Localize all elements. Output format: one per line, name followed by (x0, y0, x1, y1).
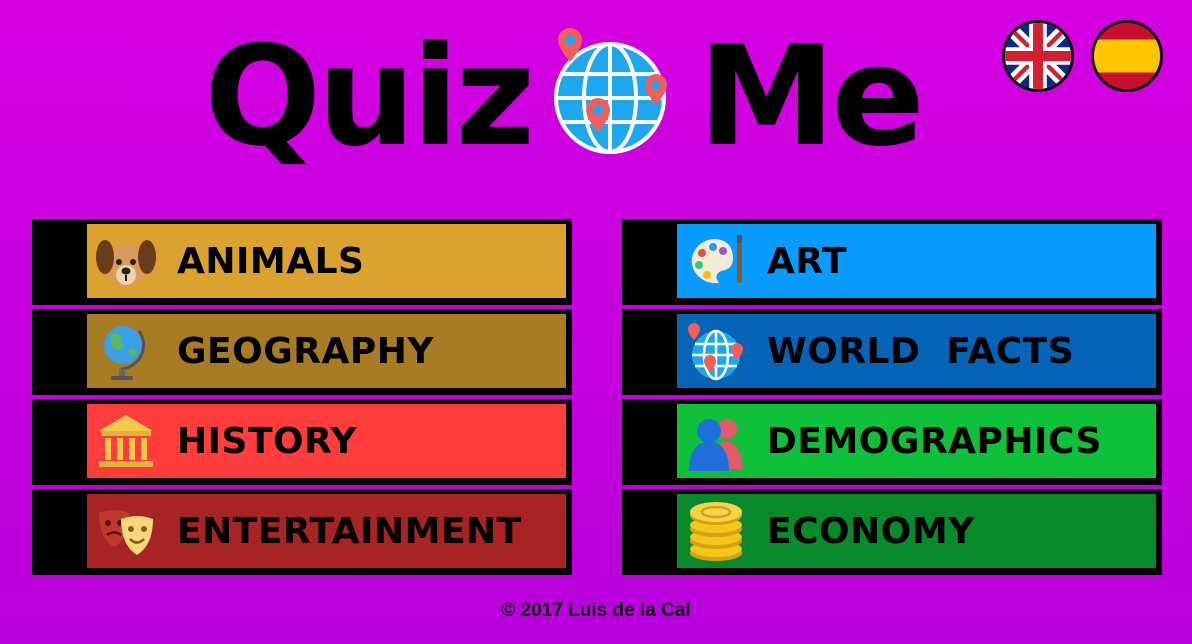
category-face: WORLD FACTS (677, 314, 1156, 388)
category-face: GEOGRAPHY (87, 314, 566, 388)
category-label: ANIMALS (177, 241, 365, 282)
people-icon (685, 411, 747, 473)
globe-pins-icon (685, 321, 747, 383)
category-label: ECONOMY (767, 511, 975, 552)
coins-icon (685, 501, 747, 563)
category-face: DEMOGRAPHICS (677, 404, 1156, 478)
dog-icon (95, 231, 157, 293)
museum-icon (95, 411, 157, 473)
category-face: ENTERTAINMENT (87, 494, 566, 568)
category-label: HISTORY (177, 421, 357, 462)
category-label: ENTERTAINMENT (177, 511, 522, 552)
category-face: HISTORY (87, 404, 566, 478)
title-me: Me (698, 16, 925, 177)
category-entertainment-button[interactable]: ENTERTAINMENT (32, 489, 572, 575)
category-face: ART (677, 224, 1156, 298)
category-face: ANIMALS (87, 224, 566, 298)
category-geography-button[interactable]: GEOGRAPHY (32, 309, 572, 395)
desk-globe-icon (95, 321, 157, 383)
category-animals-button[interactable]: ANIMALS (32, 219, 572, 305)
category-world-facts-button[interactable]: WORLD FACTS (622, 309, 1162, 395)
theater-masks-icon (95, 501, 157, 563)
globe-with-pins-icon (548, 26, 674, 156)
palette-icon (685, 231, 747, 293)
category-art-button[interactable]: ART (622, 219, 1162, 305)
category-label: DEMOGRAPHICS (767, 421, 1102, 462)
category-economy-button[interactable]: ECONOMY (622, 489, 1162, 575)
spain-flag-icon[interactable] (1091, 20, 1163, 92)
category-label: WORLD FACTS (767, 331, 1075, 372)
copyright-text: © 2017 Luis de la Cal (501, 600, 691, 621)
category-label: ART (767, 241, 848, 282)
title-quiz: Quiz (204, 16, 535, 177)
category-label: GEOGRAPHY (177, 331, 434, 372)
uk-flag-icon[interactable] (1002, 20, 1074, 92)
category-face: ECONOMY (677, 494, 1156, 568)
category-history-button[interactable]: HISTORY (32, 399, 572, 485)
category-demographics-button[interactable]: DEMOGRAPHICS (622, 399, 1162, 485)
